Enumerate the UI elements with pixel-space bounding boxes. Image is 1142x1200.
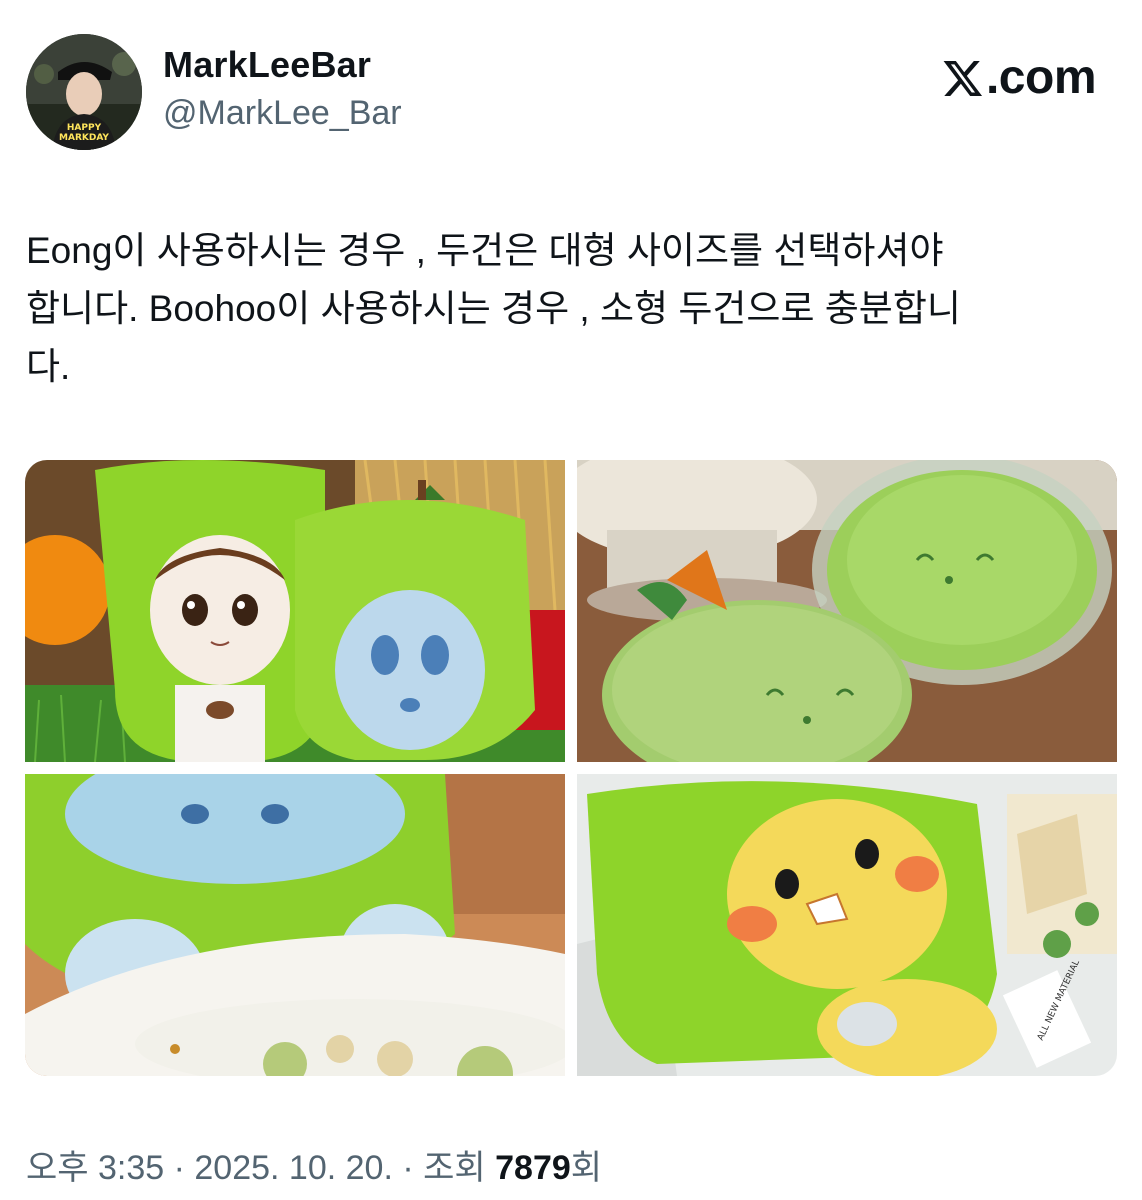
tweet-meta: 오후 3:35 · 2025. 10. 20. · 조회 7879회 [26, 1140, 602, 1189]
avatar-caption-line2: MARKDAY [59, 133, 109, 143]
avatar[interactable]: HAPPY MARKDAY [26, 34, 142, 150]
author-handle[interactable]: @MarkLee_Bar [163, 94, 402, 133]
photo-apple-plush-ball-in-capsule[interactable] [577, 460, 1117, 762]
photo-blue-plush-in-bowl[interactable] [25, 774, 565, 1076]
brand-logo: .com [942, 50, 1097, 105]
brand-label: .com [985, 51, 1097, 104]
photo-apple-hoodie-plushies-pair[interactable] [25, 460, 565, 762]
tweet-text: Eong이 사용하시는 경우 , 두건은 대형 사이즈를 선택하셔야 합니다. … [26, 230, 961, 387]
author-display-name[interactable]: MarkLeeBar [163, 44, 371, 86]
x-logo-icon [943, 60, 983, 96]
tweet-timestamp[interactable]: 오후 3:35 · 2025. 10. 20. · 조회 [26, 1149, 495, 1187]
views-suffix: 회 [570, 1149, 603, 1187]
tweet-header: HAPPY MARKDAY MarkLeeBar @MarkLee_Bar .c… [26, 30, 1116, 150]
photo-yellow-plush-apple-hood[interactable]: ALL NEW MATERIAL [577, 774, 1117, 1076]
media-grid: ALL NEW MATERIAL [25, 460, 1117, 1076]
avatar-caption-line1: HAPPY [67, 123, 102, 133]
views-count: 7879 [495, 1149, 571, 1187]
